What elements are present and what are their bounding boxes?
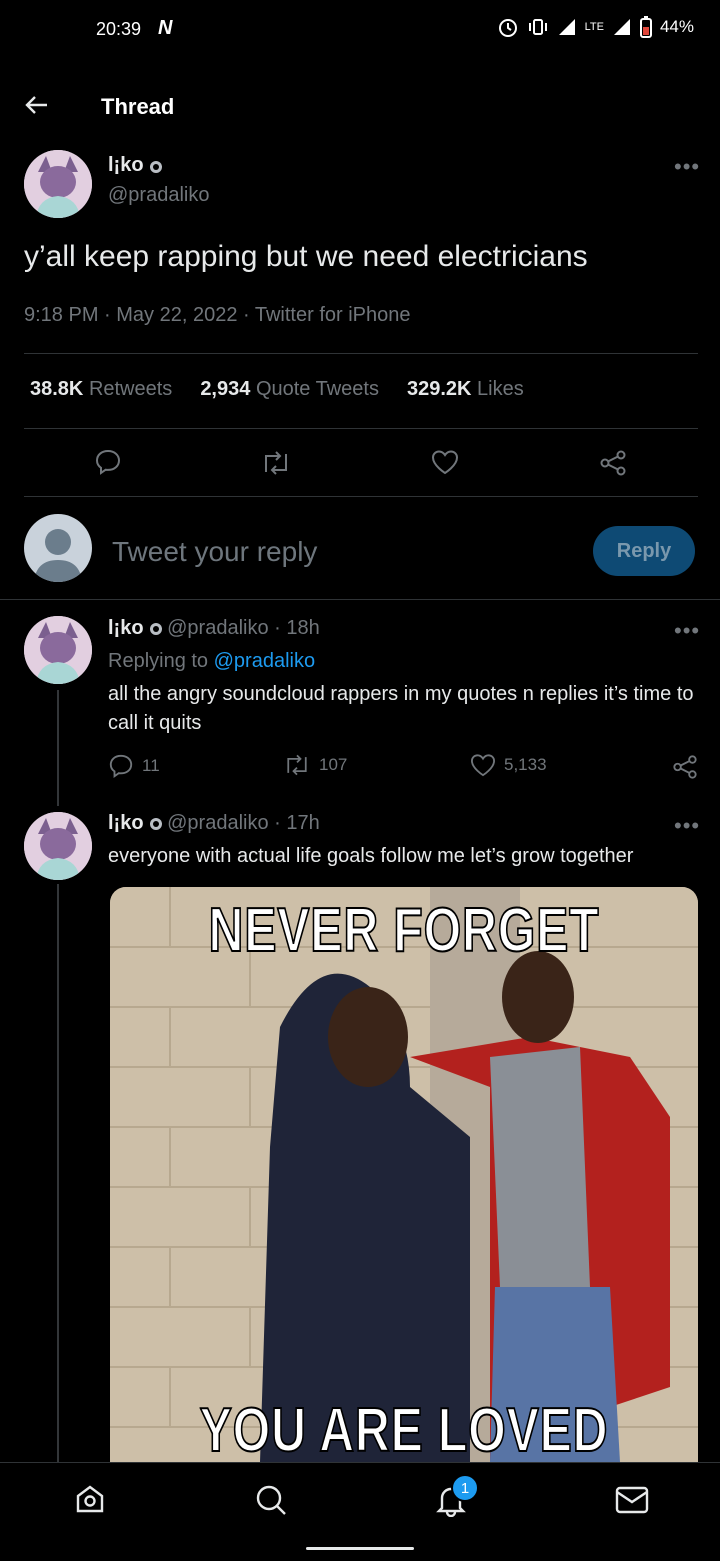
like-count: 5,133 [504,755,547,774]
retweet-count: 107 [319,755,348,774]
bottom-nav: 1 [0,1462,720,1561]
tweet-meta: 9:18 PM · May 22, 2022 · Twitter for iPh… [24,304,411,326]
verified-icon [149,622,162,635]
more-options-icon[interactable]: ••• [674,154,700,180]
author-name-row: l¡ko [108,154,162,177]
thread-line [57,690,59,806]
reply-text: everyone with actual life goals follow m… [108,845,634,867]
replying-prefix: Replying to [108,650,209,672]
reply-icon[interactable] [94,448,122,476]
likes-count: 329.2K [406,378,472,400]
reply-input[interactable]: Tweet your reply [112,536,317,568]
verified-icon [149,160,162,173]
author-name[interactable]: l¡ko [108,812,144,834]
tweet-text: y’all keep rapping but we need electrici… [24,240,588,273]
divider [24,428,698,429]
author-handle[interactable]: @pradaliko [108,184,209,207]
meme-photo [110,887,698,1462]
likes-label: Likes [477,378,524,400]
divider [24,496,698,497]
like-action[interactable]: 5,133 [470,753,547,777]
reply-icon [108,753,134,779]
retweets-stat[interactable]: 38.8K Retweets [30,378,172,401]
reply-time: · 17h [274,812,320,834]
quotes-label: Quote Tweets [255,378,379,400]
search-icon[interactable] [254,1483,288,1517]
status-time: 20:39 [96,19,142,39]
thread-line [57,884,59,1462]
likes-stat[interactable]: 329.2K Likes [407,378,524,401]
like-icon[interactable] [431,449,459,475]
retweets-count: 38.8K [30,378,84,400]
reply-count: 11 [142,756,160,775]
battery-icon [639,16,652,38]
reply-time: · 18h [274,617,320,639]
reply-action[interactable]: 11 [108,753,160,779]
status-bar: 20:39 N LTE 44% [0,0,720,60]
share-icon[interactable] [672,754,698,780]
avatar[interactable] [24,812,92,880]
network-type: LTE [584,20,604,33]
retweets-label: Retweets [88,378,173,400]
tweet-stats: 38.8K Retweets 2,934 Quote Tweets 329.2K… [30,378,524,401]
retweet-action[interactable]: 107 [283,753,347,777]
divider [0,599,720,600]
divider [24,353,698,354]
tweet-image[interactable]: NEVER FORGET YOU ARE LOVED [110,887,698,1462]
author-handle[interactable]: @pradaliko [167,617,268,639]
notification-badge: 1 [451,1474,479,1502]
reply-header: l¡ko @pradaliko · 17h [108,812,320,835]
like-icon [470,753,496,777]
author-name[interactable]: l¡ko [108,617,144,639]
share-icon[interactable] [599,449,627,477]
replying-to: Replying to @pradaliko [108,650,315,673]
messages-icon[interactable] [615,1485,649,1515]
page-title: Thread [101,94,175,119]
avatar[interactable] [24,616,92,684]
reply-text: all the angry soundcloud rappers in my q… [108,683,694,734]
back-arrow-icon[interactable] [24,92,50,118]
user-avatar-placeholder-icon [24,514,92,582]
signal-icon-2 [612,17,632,37]
vibrate-icon [527,17,549,37]
meme-top-text: NEVER FORGET [208,895,600,966]
quotes-stat[interactable]: 2,934 Quote Tweets [200,378,379,401]
alarm-icon [497,16,519,38]
more-options-icon[interactable]: ••• [674,618,700,644]
signal-icon [557,17,577,37]
verified-icon [149,817,162,830]
meme-bottom-text: YOU ARE LOVED [199,1395,609,1462]
reply-header: l¡ko @pradaliko · 18h [108,617,320,640]
replying-handle-link[interactable]: @pradaliko [214,650,315,672]
avatar[interactable] [24,150,92,218]
author-name[interactable]: l¡ko [108,154,144,176]
more-options-icon[interactable]: ••• [674,813,700,839]
quotes-count: 2,934 [200,378,251,400]
home-indicator [306,1547,414,1550]
retweet-icon [283,753,311,777]
reply-button[interactable]: Reply [593,526,695,576]
author-handle[interactable]: @pradaliko [167,812,268,834]
retweet-icon[interactable] [260,450,292,476]
battery-percent: 44% [659,17,694,36]
thread-header: Thread [0,70,720,142]
carrier-icon: N [158,17,173,39]
home-icon[interactable] [74,1483,106,1515]
